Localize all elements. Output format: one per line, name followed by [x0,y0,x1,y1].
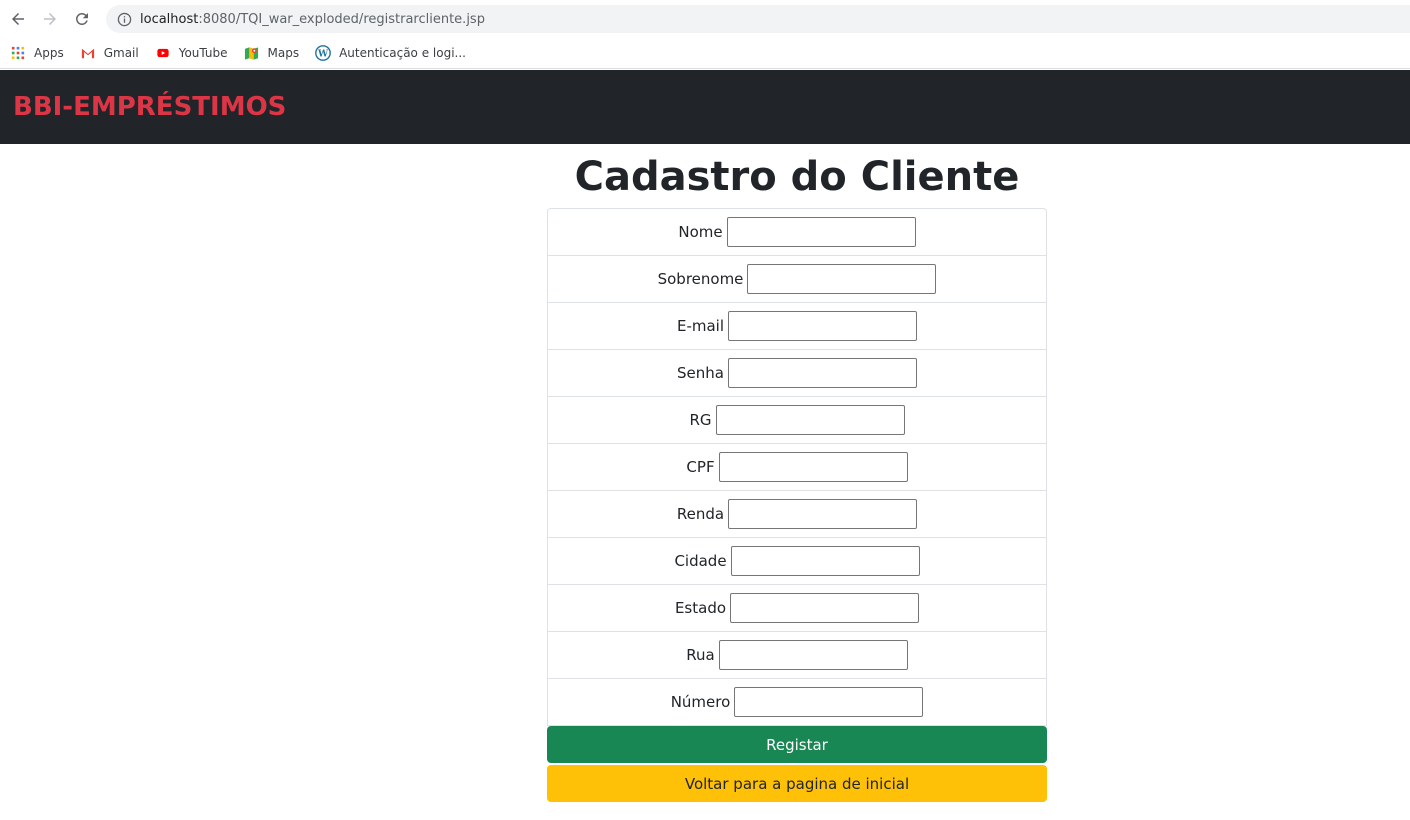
apps-grid-icon [10,45,26,61]
bookmark-youtube[interactable]: YouTube [155,45,228,61]
form-row-rg: RG [548,397,1046,444]
cpf-input[interactable] [718,452,908,482]
info-icon[interactable] [116,11,132,27]
numero-label: Número [670,693,731,711]
senha-label: Senha [677,364,724,382]
email-input[interactable] [728,311,918,341]
cpf-label: CPF [686,458,715,476]
email-label: E-mail [676,317,725,335]
bookmark-label: YouTube [178,46,228,60]
form-row-rua: Rua [548,632,1046,679]
renda-label: Renda [676,505,725,523]
maps-icon [244,45,260,61]
bookmark-label: Autenticação e logi... [339,46,466,60]
rua-input[interactable] [718,640,908,670]
form-row-cpf: CPF [548,444,1046,491]
sobrenome-input[interactable] [747,264,937,294]
bookmark-label: Apps [34,46,64,60]
estado-input[interactable] [730,593,920,623]
renda-input[interactable] [728,499,918,529]
url-host: localhost [140,11,199,27]
bookmark-autenticacao[interactable]: W Autenticação e logi... [315,45,466,61]
page-title: Cadastro do Cliente [574,154,1020,200]
bookmarks-bar: Apps Gmail YouTube Maps W Autenticação e… [0,38,1410,69]
nome-label: Nome [678,223,723,241]
form-row-numero: Número [548,679,1046,726]
senha-input[interactable] [727,358,917,388]
numero-input[interactable] [734,687,924,717]
form-row-email: E-mail [548,303,1046,350]
form-row-nome: Nome [548,209,1046,256]
form-row-estado: Estado [548,585,1046,632]
rg-input[interactable] [715,405,905,435]
rua-label: Rua [686,646,715,664]
estado-label: Estado [674,599,727,617]
youtube-icon [155,45,171,61]
form-row-senha: Senha [548,350,1046,397]
bookmark-label: Gmail [103,46,139,60]
back-arrow-icon[interactable] [6,7,30,31]
register-button[interactable]: Registar [547,726,1047,763]
bookmark-label: Maps [267,46,300,60]
registration-form: Nome Sobrenome E-mail Senha RG CPF Renda Cidade… [547,208,1047,726]
rg-label: RG [689,411,712,429]
sobrenome-label: Sobrenome [657,270,744,288]
gmail-icon [80,45,96,61]
brand-logo-link[interactable]: BBI-EMPRÉSTIMOS [13,92,286,122]
back-to-home-button[interactable]: Voltar para a pagina de inicial [547,765,1047,802]
cidade-label: Cidade [674,552,727,570]
cidade-input[interactable] [730,546,920,576]
url-path: :8080/TQI_war_exploded/registrarcliente.… [198,11,485,27]
bookmark-maps[interactable]: Maps [244,45,300,61]
browser-toolbar: localhost:8080/TQI_war_exploded/registra… [0,0,1410,38]
nome-input[interactable] [726,217,916,247]
address-bar[interactable]: localhost:8080/TQI_war_exploded/registra… [106,5,1410,33]
svg-text:W: W [317,50,329,60]
bookmark-gmail[interactable]: Gmail [80,45,139,61]
form-row-sobrenome: Sobrenome [548,256,1046,303]
forward-arrow-icon[interactable] [38,7,62,31]
form-row-renda: Renda [548,491,1046,538]
site-navbar: BBI-EMPRÉSTIMOS [0,70,1410,144]
reload-icon[interactable] [70,7,94,31]
bookmark-apps[interactable]: Apps [10,45,64,61]
url-text: localhost:8080/TQI_war_exploded/registra… [140,12,485,27]
wordpress-icon: W [315,45,331,61]
form-row-cidade: Cidade [548,538,1046,585]
